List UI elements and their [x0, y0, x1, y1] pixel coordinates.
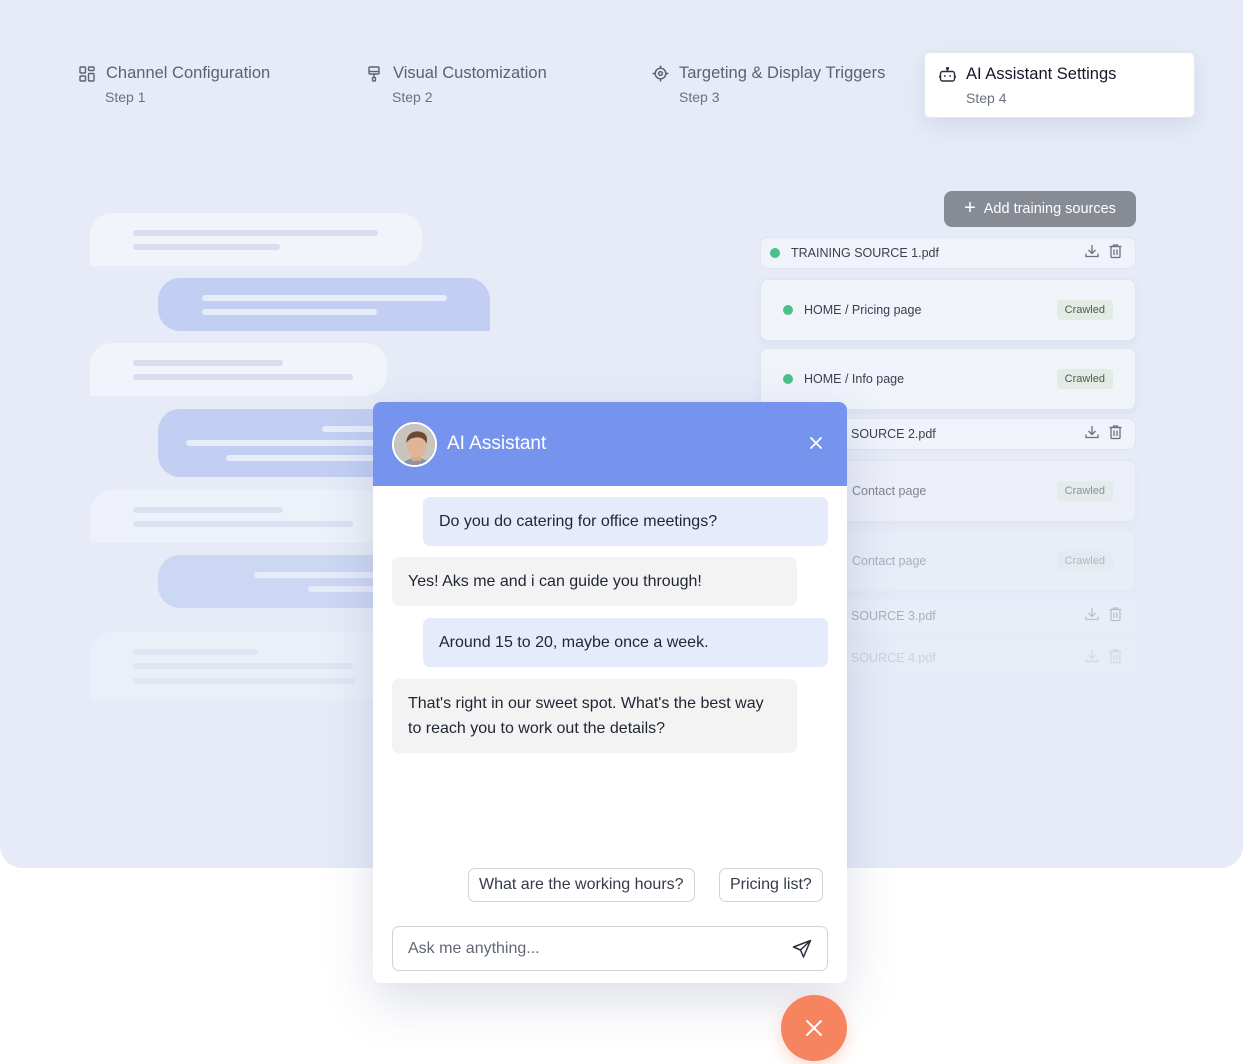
download-icon[interactable]: [1084, 424, 1100, 445]
robot-icon: [938, 66, 956, 84]
training-source-page[interactable]: HOME / Pricing page Crawled: [760, 279, 1136, 341]
trash-icon[interactable]: [1108, 648, 1123, 669]
close-icon[interactable]: [807, 434, 825, 452]
trash-icon[interactable]: [1108, 424, 1123, 445]
plus-icon: +: [964, 197, 976, 219]
avatar: [392, 421, 437, 467]
assistant-message: Yes! Aks me and i can guide you through!: [392, 557, 797, 606]
user-message: Do you do catering for office meetings?: [423, 497, 828, 546]
status-dot: [783, 305, 793, 315]
step-number: Step 3: [679, 89, 720, 105]
status-dot: [783, 374, 793, 384]
close-chat-button[interactable]: [781, 995, 847, 1061]
step-number: Step 1: [105, 89, 146, 105]
step-title: Visual Customization: [393, 64, 547, 82]
training-source-name: SOURCE 3.pdf: [851, 609, 936, 623]
target-icon: [651, 65, 669, 83]
assistant-message: That's right in our sweet spot. What's t…: [392, 679, 797, 753]
training-source-file[interactable]: TRAINING SOURCE 1.pdf: [760, 237, 1136, 269]
status-badge: Crawled: [1056, 481, 1113, 501]
grid-icon: [78, 65, 96, 83]
step-title: Targeting & Display Triggers: [679, 64, 886, 82]
user-message: Around 15 to 20, maybe once a week.: [423, 618, 828, 667]
skeleton-bubble: [158, 278, 490, 331]
chat-widget: AI Assistant Do you do catering for offi…: [373, 402, 847, 983]
add-training-sources-label: Add training sources: [983, 201, 1116, 217]
step-targeting-display-triggers[interactable]: Targeting & Display Triggers Step 3: [642, 52, 912, 118]
trash-icon[interactable]: [1108, 243, 1123, 264]
step-title: Channel Configuration: [106, 64, 271, 82]
download-icon[interactable]: [1084, 606, 1100, 627]
suggestion-chip[interactable]: What are the working hours?: [468, 868, 695, 902]
skeleton-bubble: [90, 632, 387, 700]
training-source-name: HOME / Pricing page: [804, 303, 922, 317]
training-source-name: HOME / Info page: [804, 372, 905, 386]
chat-header: AI Assistant: [373, 402, 847, 486]
training-source-name: Contact page: [852, 554, 927, 568]
status-badge: Crawled: [1056, 300, 1113, 320]
download-icon[interactable]: [1084, 243, 1100, 264]
send-icon[interactable]: [791, 938, 813, 960]
chat-title: AI Assistant: [447, 433, 547, 454]
chat-input-box: [392, 926, 828, 971]
status-badge: Crawled: [1056, 551, 1113, 571]
step-visual-customization[interactable]: Visual Customization Step 2: [356, 52, 616, 118]
training-source-name: SOURCE 4.pdf: [851, 651, 936, 665]
skeleton-bubble: [90, 213, 422, 266]
training-source-name: SOURCE 2.pdf: [851, 427, 936, 441]
status-dot: [770, 248, 780, 258]
step-number: Step 4: [966, 90, 1007, 106]
skeleton-bubble: [90, 490, 387, 543]
step-title: AI Assistant Settings: [966, 65, 1117, 83]
brush-icon: [365, 65, 383, 83]
trash-icon[interactable]: [1108, 606, 1123, 627]
chat-input[interactable]: [408, 939, 791, 958]
training-source-name: TRAINING SOURCE 1.pdf: [791, 246, 939, 260]
add-training-sources-button[interactable]: + Add training sources: [944, 191, 1136, 227]
suggestion-chip[interactable]: Pricing list?: [719, 868, 823, 902]
step-number: Step 2: [392, 89, 433, 105]
step-ai-assistant-settings[interactable]: AI Assistant Settings Step 4: [924, 52, 1195, 118]
training-source-name: Contact page: [852, 484, 927, 498]
skeleton-bubble: [90, 343, 387, 396]
training-source-page[interactable]: HOME / Info page Crawled: [760, 348, 1136, 410]
close-icon: [805, 1019, 823, 1037]
status-badge: Crawled: [1056, 369, 1113, 389]
step-channel-configuration[interactable]: Channel Configuration Step 1: [68, 52, 328, 118]
download-icon[interactable]: [1084, 648, 1100, 669]
